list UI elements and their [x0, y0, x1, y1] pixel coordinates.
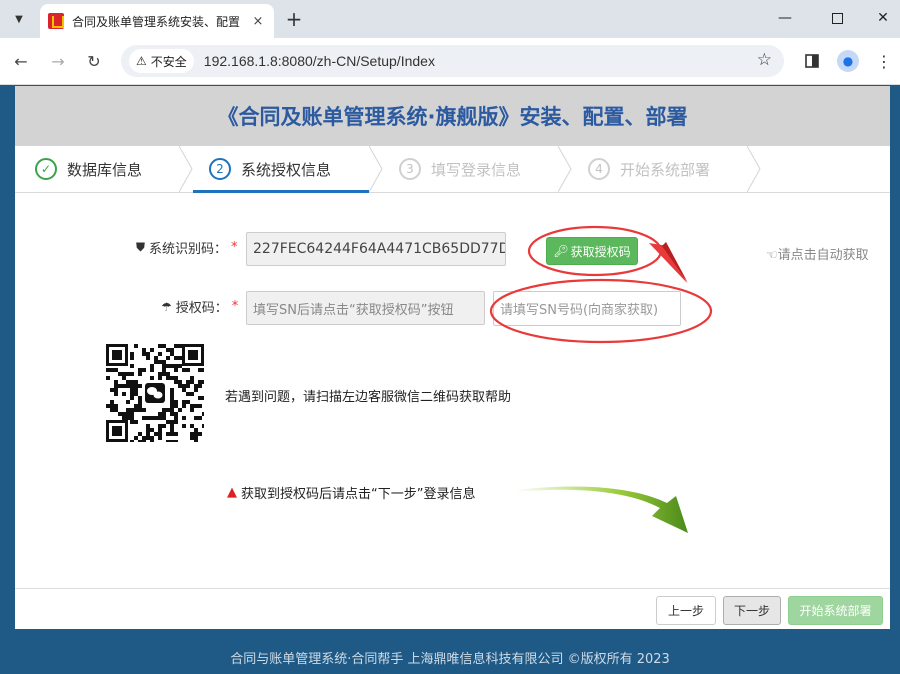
step-number: 3 [399, 158, 421, 180]
wechat-qr-code [106, 344, 204, 442]
step-label: 填写登录信息 [431, 160, 522, 179]
step-separator [179, 146, 193, 192]
reload-icon[interactable]: ↻ [81, 48, 107, 74]
profile-avatar-icon[interactable]: ● [837, 50, 859, 72]
minimize-icon[interactable]: — [762, 4, 808, 32]
tab-strip: ▼ 合同及账单管理系统安装、配置 × + — ✕ [0, 0, 900, 38]
get-license-button[interactable]: 🔑︎ 获取授权码 [546, 237, 638, 265]
window-close-icon[interactable]: ✕ [860, 4, 900, 32]
step-deploy[interactable]: 4 开始系统部署 [588, 146, 710, 192]
step-separator [558, 146, 572, 192]
auto-fetch-hint: ☜请点击自动获取 [766, 248, 869, 263]
setup-steps: ✓ 数据库信息 2 系统授权信息 3 填写登录信息 4 开始系统部署 [15, 146, 890, 193]
back-icon[interactable]: ← [8, 48, 34, 74]
browser-toolbar: ← → ↻ ⚠ 不安全 192.168.1.8:8080/zh-CN/Setup… [0, 38, 900, 85]
url-text: 192.168.1.8:8080/zh-CN/Setup/Index [203, 53, 435, 69]
shield-icon: ⛊ [136, 240, 146, 254]
browser-tab[interactable]: 合同及账单管理系统安装、配置 × [40, 4, 274, 38]
required-mark: * [231, 240, 238, 255]
maximize-icon[interactable] [814, 4, 860, 32]
security-chip[interactable]: ⚠ 不安全 [129, 49, 194, 73]
new-tab-icon[interactable]: + [283, 7, 305, 31]
system-code-field[interactable]: 227FEC64244F64A4471CB65DD77DE8 [246, 232, 506, 266]
step-login[interactable]: 3 填写登录信息 [399, 146, 521, 192]
active-step-indicator [193, 190, 369, 193]
tab-title: 合同及账单管理系统安装、配置 [72, 14, 241, 29]
side-panel-icon[interactable] [801, 50, 823, 72]
close-tab-icon[interactable]: × [250, 14, 266, 29]
step-license[interactable]: 2 系统授权信息 [209, 146, 331, 192]
page-title: 《合同及账单管理系统·旗舰版》安装、配置、部署 [15, 86, 890, 146]
copyright-text: 合同与账单管理系统·合同帮手 上海鼎唯信息科技有限公司 ©版权所有 2023 [230, 652, 670, 667]
system-code-label: ⛊ 系统识别码： * [136, 240, 238, 257]
required-mark: * [231, 299, 239, 314]
step-label: 数据库信息 [67, 160, 143, 179]
setup-page: 《合同及账单管理系统·旗舰版》安装、配置、部署 ✓ 数据库信息 2 系统授权信息… [15, 86, 890, 629]
address-bar[interactable]: ⚠ 不安全 192.168.1.8:8080/zh-CN/Setup/Index… [121, 45, 784, 77]
start-deploy-button[interactable]: 开始系统部署 [788, 596, 883, 625]
bookmark-star-icon[interactable]: ☆ [757, 50, 772, 70]
step-number: 2 [209, 158, 231, 180]
step-label: 开始系统部署 [620, 160, 711, 179]
step-label: 系统授权信息 [241, 160, 332, 179]
wizard-footer: 上一步 下一步 开始系统部署 [15, 588, 890, 629]
step-number: 4 [588, 158, 610, 180]
next-step-button[interactable]: 下一步 [723, 596, 781, 625]
umbrella-icon: ☂ [161, 299, 172, 314]
check-icon: ✓ [35, 158, 57, 180]
menu-kebab-icon[interactable]: ⋮ [873, 50, 895, 72]
warning-icon: ▲ [227, 485, 237, 500]
help-text: 若遇到问题，请扫描左边客服微信二维码获取帮助 [225, 390, 512, 405]
key-icon: 🔑︎ [553, 244, 569, 258]
warning-icon: ⚠ [136, 54, 147, 68]
license-code-field[interactable]: 填写SN后请点击“获取授权码”按钮 [246, 291, 485, 325]
step-database[interactable]: ✓ 数据库信息 [35, 146, 142, 192]
next-step-notice: ▲ 获取到授权码后请点击“下一步”登录信息 [227, 485, 476, 502]
sn-number-input[interactable]: 请填写SN号码(向商家获取) [493, 291, 681, 326]
site-favicon-icon [48, 13, 64, 29]
forward-icon[interactable]: → [45, 48, 71, 74]
pointing-hand-icon: ☜ [766, 248, 778, 263]
step-separator [747, 146, 761, 192]
license-label: ☂ 授权码： * [161, 299, 239, 316]
tab-search-icon[interactable]: ▼ [8, 8, 30, 30]
security-label: 不安全 [150, 54, 187, 69]
prev-step-button[interactable]: 上一步 [656, 596, 716, 625]
step-separator [369, 146, 383, 192]
